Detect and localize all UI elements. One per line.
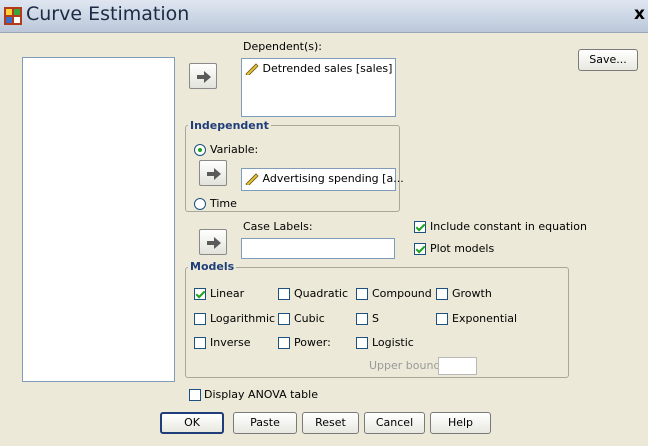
independent-legend: Independent — [188, 119, 271, 132]
help-button[interactable]: Help — [430, 412, 491, 434]
power-checkbox[interactable] — [278, 337, 290, 349]
upper-bound-label: Upper bound: — [369, 359, 445, 372]
dependent-label: Dependent(s): — [243, 40, 323, 53]
title-bar: Curve Estimation x — [0, 0, 648, 33]
plot-models-label: Plot models — [430, 242, 495, 255]
include-constant-label: Include constant in equation — [430, 220, 587, 233]
logistic-label: Logistic — [372, 336, 414, 349]
inverse-checkbox[interactable] — [194, 337, 206, 349]
independent-item[interactable]: Advertising spending [a... — [245, 172, 404, 185]
arrow-right-icon — [197, 71, 211, 83]
ruler-icon — [245, 63, 259, 75]
paste-button[interactable]: Paste — [233, 412, 297, 434]
window-title: Curve Estimation — [26, 3, 190, 25]
reset-button[interactable]: Reset — [302, 412, 359, 434]
source-variable-list[interactable] — [22, 57, 175, 382]
quadratic-label: Quadratic — [294, 287, 349, 300]
arrow-right-icon — [207, 168, 221, 180]
exponential-checkbox[interactable] — [436, 313, 448, 325]
logarithmic-checkbox[interactable] — [194, 313, 206, 325]
close-button[interactable]: x — [634, 4, 645, 24]
spss-icon — [4, 7, 22, 25]
variable-radio[interactable] — [194, 144, 206, 156]
arrow-right-icon — [207, 237, 221, 249]
ok-button[interactable]: OK — [160, 412, 224, 434]
case-labels-field[interactable] — [241, 238, 395, 259]
cubic-label: Cubic — [294, 312, 325, 325]
ruler-icon — [245, 173, 259, 185]
move-to-case-labels-button[interactable] — [199, 229, 227, 255]
logarithmic-label: Logarithmic — [210, 312, 276, 325]
plot-models-checkbox[interactable] — [414, 243, 426, 255]
compound-checkbox[interactable] — [356, 288, 368, 300]
compound-label: Compound — [372, 287, 432, 300]
display-anova-checkbox[interactable] — [189, 389, 201, 401]
growth-checkbox[interactable] — [436, 288, 448, 300]
linear-checkbox[interactable] — [194, 288, 206, 300]
s-label: S — [372, 312, 379, 325]
models-legend: Models — [188, 260, 237, 273]
move-to-dependent-button[interactable] — [189, 63, 217, 89]
cancel-button[interactable]: Cancel — [364, 412, 425, 434]
include-constant-checkbox[interactable] — [414, 221, 426, 233]
power-label: Power: — [294, 336, 331, 349]
time-radio[interactable] — [194, 198, 206, 210]
exponential-label: Exponential — [452, 312, 518, 325]
linear-label: Linear — [210, 287, 245, 300]
dependent-list[interactable]: Detrended sales [sales] — [241, 58, 396, 117]
case-labels-label: Case Labels: — [243, 220, 313, 233]
dependent-item[interactable]: Detrended sales [sales] — [245, 62, 392, 75]
logistic-checkbox[interactable] — [356, 337, 368, 349]
save-button[interactable]: Save... — [578, 49, 638, 71]
variable-radio-label: Variable: — [210, 143, 259, 156]
move-to-independent-button[interactable] — [199, 160, 227, 186]
time-radio-label: Time — [210, 197, 237, 210]
dependent-item-label: Detrended sales [sales] — [262, 62, 393, 75]
independent-variable-field[interactable]: Advertising spending [a... — [241, 168, 404, 191]
s-checkbox[interactable] — [356, 313, 368, 325]
cubic-checkbox[interactable] — [278, 313, 290, 325]
quadratic-checkbox[interactable] — [278, 288, 290, 300]
independent-item-label: Advertising spending [a... — [262, 172, 404, 185]
growth-label: Growth — [452, 287, 492, 300]
display-anova-label: Display ANOVA table — [204, 388, 318, 401]
upper-bound-field[interactable] — [438, 357, 477, 375]
inverse-label: Inverse — [210, 336, 251, 349]
